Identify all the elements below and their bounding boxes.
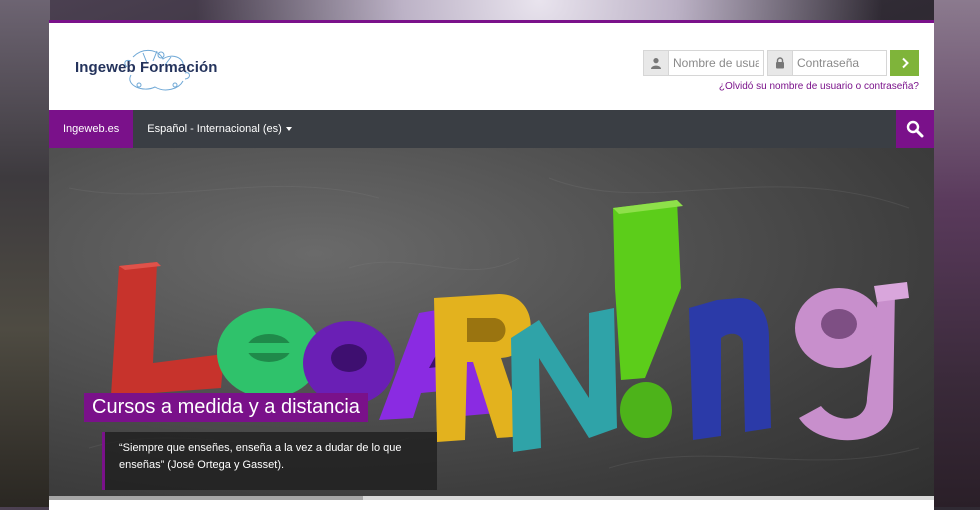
search-button[interactable] xyxy=(896,110,934,148)
background-left xyxy=(0,0,50,507)
language-label: Español - Internacional (es) xyxy=(147,123,282,135)
user-icon xyxy=(643,50,669,76)
language-menu[interactable]: Español - Internacional (es) xyxy=(133,110,306,148)
navbar: Ingeweb.es Español - Internacional (es) xyxy=(49,110,934,148)
background-right xyxy=(934,0,980,507)
horizontal-scrollbar[interactable] xyxy=(49,496,934,500)
page-frame: Ingeweb Formación ¿Olvidó su nombre de u… xyxy=(49,20,934,510)
chevron-right-icon xyxy=(901,57,909,69)
login-submit-button[interactable] xyxy=(890,50,919,76)
hero-slider: Cursos a medida y a distancia “Siempre q… xyxy=(49,148,934,500)
scrollbar-thumb[interactable] xyxy=(49,496,363,500)
login-form xyxy=(643,50,919,76)
username-input[interactable] xyxy=(669,50,764,76)
site-logo[interactable]: Ingeweb Formación xyxy=(73,45,243,95)
logo-text: Ingeweb Formación xyxy=(75,59,218,76)
hero-title: Cursos a medida y a distancia xyxy=(84,393,368,422)
header: Ingeweb Formación ¿Olvidó su nombre de u… xyxy=(49,23,934,110)
password-input[interactable] xyxy=(793,50,887,76)
hero-quote: “Siempre que enseñes, enseña a la vez a … xyxy=(102,432,437,490)
forgot-password-link[interactable]: ¿Olvidó su nombre de usuario o contraseñ… xyxy=(719,81,919,92)
lock-icon xyxy=(767,50,793,76)
search-icon xyxy=(906,120,924,138)
caret-down-icon xyxy=(285,127,292,131)
nav-home-link[interactable]: Ingeweb.es xyxy=(49,110,134,148)
